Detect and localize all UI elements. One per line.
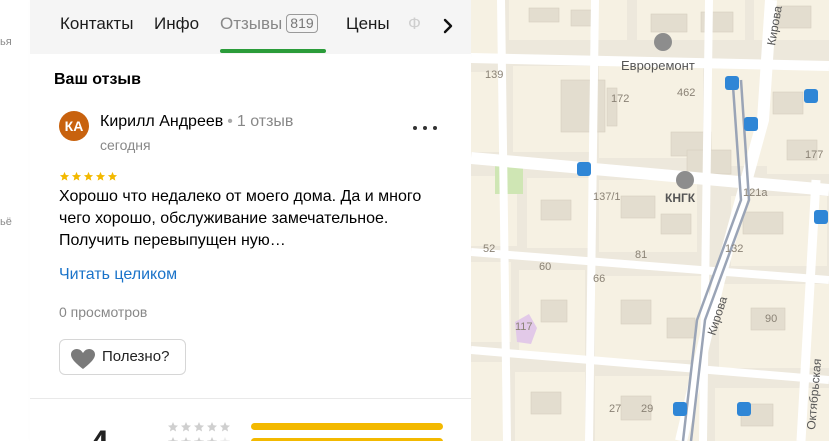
useful-label: Полезно?	[102, 348, 170, 365]
left-sidebar-edge: ья ьё	[0, 0, 31, 441]
distribution-bar	[251, 423, 443, 430]
map-label-kngk: КНГК	[665, 191, 696, 205]
map-label-euroremont: Евроремонт	[621, 58, 695, 73]
section-title: Ваш отзыв	[54, 71, 141, 88]
tabs-next-icon[interactable]	[440, 15, 456, 37]
star-icon	[95, 169, 107, 186]
map-house-number: 29	[641, 403, 653, 415]
star-icon	[59, 169, 71, 186]
average-rating: 4	[90, 424, 109, 441]
tab-photos[interactable]: Ф	[408, 14, 421, 34]
review-text: Хорошо что недалеко от моего дома. Да и …	[59, 188, 422, 249]
map-house-number: 117	[515, 321, 533, 333]
map-house-number: 132	[725, 243, 743, 255]
map-house-number: 462	[677, 87, 695, 99]
avatar[interactable]: КА	[59, 111, 89, 141]
active-tab-indicator	[220, 49, 326, 53]
separator-dot: •	[227, 113, 233, 130]
poi-marker-icon[interactable]	[676, 171, 694, 189]
map-house-number: 60	[539, 261, 551, 273]
map[interactable]: Евроремонт КНГК Кирова Кирова Октябрьска…	[471, 0, 829, 441]
heart-icon	[71, 349, 95, 369]
more-options-icon[interactable]	[412, 117, 438, 137]
poi-marker-icon[interactable]	[654, 33, 672, 51]
sidebar-fragment: ьё	[0, 216, 12, 228]
map-house-number: 52	[483, 243, 495, 255]
star-icon	[71, 169, 83, 186]
map-house-number: 172	[611, 93, 629, 105]
useful-button[interactable]: Полезно?	[59, 339, 186, 375]
tab-prices[interactable]: Цены	[346, 14, 390, 34]
map-house-number: 139	[485, 69, 503, 81]
distribution-stars	[167, 435, 232, 441]
map-house-number: 177	[805, 149, 823, 161]
star-icon	[107, 169, 119, 186]
divider	[30, 398, 471, 399]
business-panel: Контакты Инфо Отзывы 819 Цены Ф Ваш отзыв…	[30, 0, 471, 441]
map-house-number: 27	[609, 403, 621, 415]
tab-bar: Контакты Инфо Отзывы 819 Цены Ф	[30, 0, 471, 54]
read-more-link[interactable]: Читать целиком	[59, 266, 177, 284]
map-house-number: 137/1	[593, 191, 621, 203]
tab-reviews-label: Отзывы	[220, 14, 283, 33]
map-house-number: 81	[635, 249, 647, 261]
star-icon	[83, 169, 95, 186]
review-rating-stars	[59, 169, 119, 181]
review-date: сегодня	[100, 137, 151, 153]
map-house-number: 90	[765, 313, 777, 325]
tab-contacts[interactable]: Контакты	[60, 14, 133, 34]
map-house-number: 121а	[743, 187, 768, 199]
review-author-line: Кирилл Андреев • 1 отзыв	[100, 113, 293, 131]
tab-reviews[interactable]: Отзывы 819	[220, 14, 318, 34]
tab-info[interactable]: Инфо	[154, 14, 199, 34]
views-count: 0 просмотров	[59, 304, 148, 320]
author-review-count: 1 отзыв	[236, 113, 294, 130]
map-house-number: 66	[593, 273, 605, 285]
author-name[interactable]: Кирилл Андреев	[100, 113, 223, 130]
reviews-count-badge: 819	[286, 14, 318, 33]
sidebar-fragment: ья	[0, 36, 12, 48]
